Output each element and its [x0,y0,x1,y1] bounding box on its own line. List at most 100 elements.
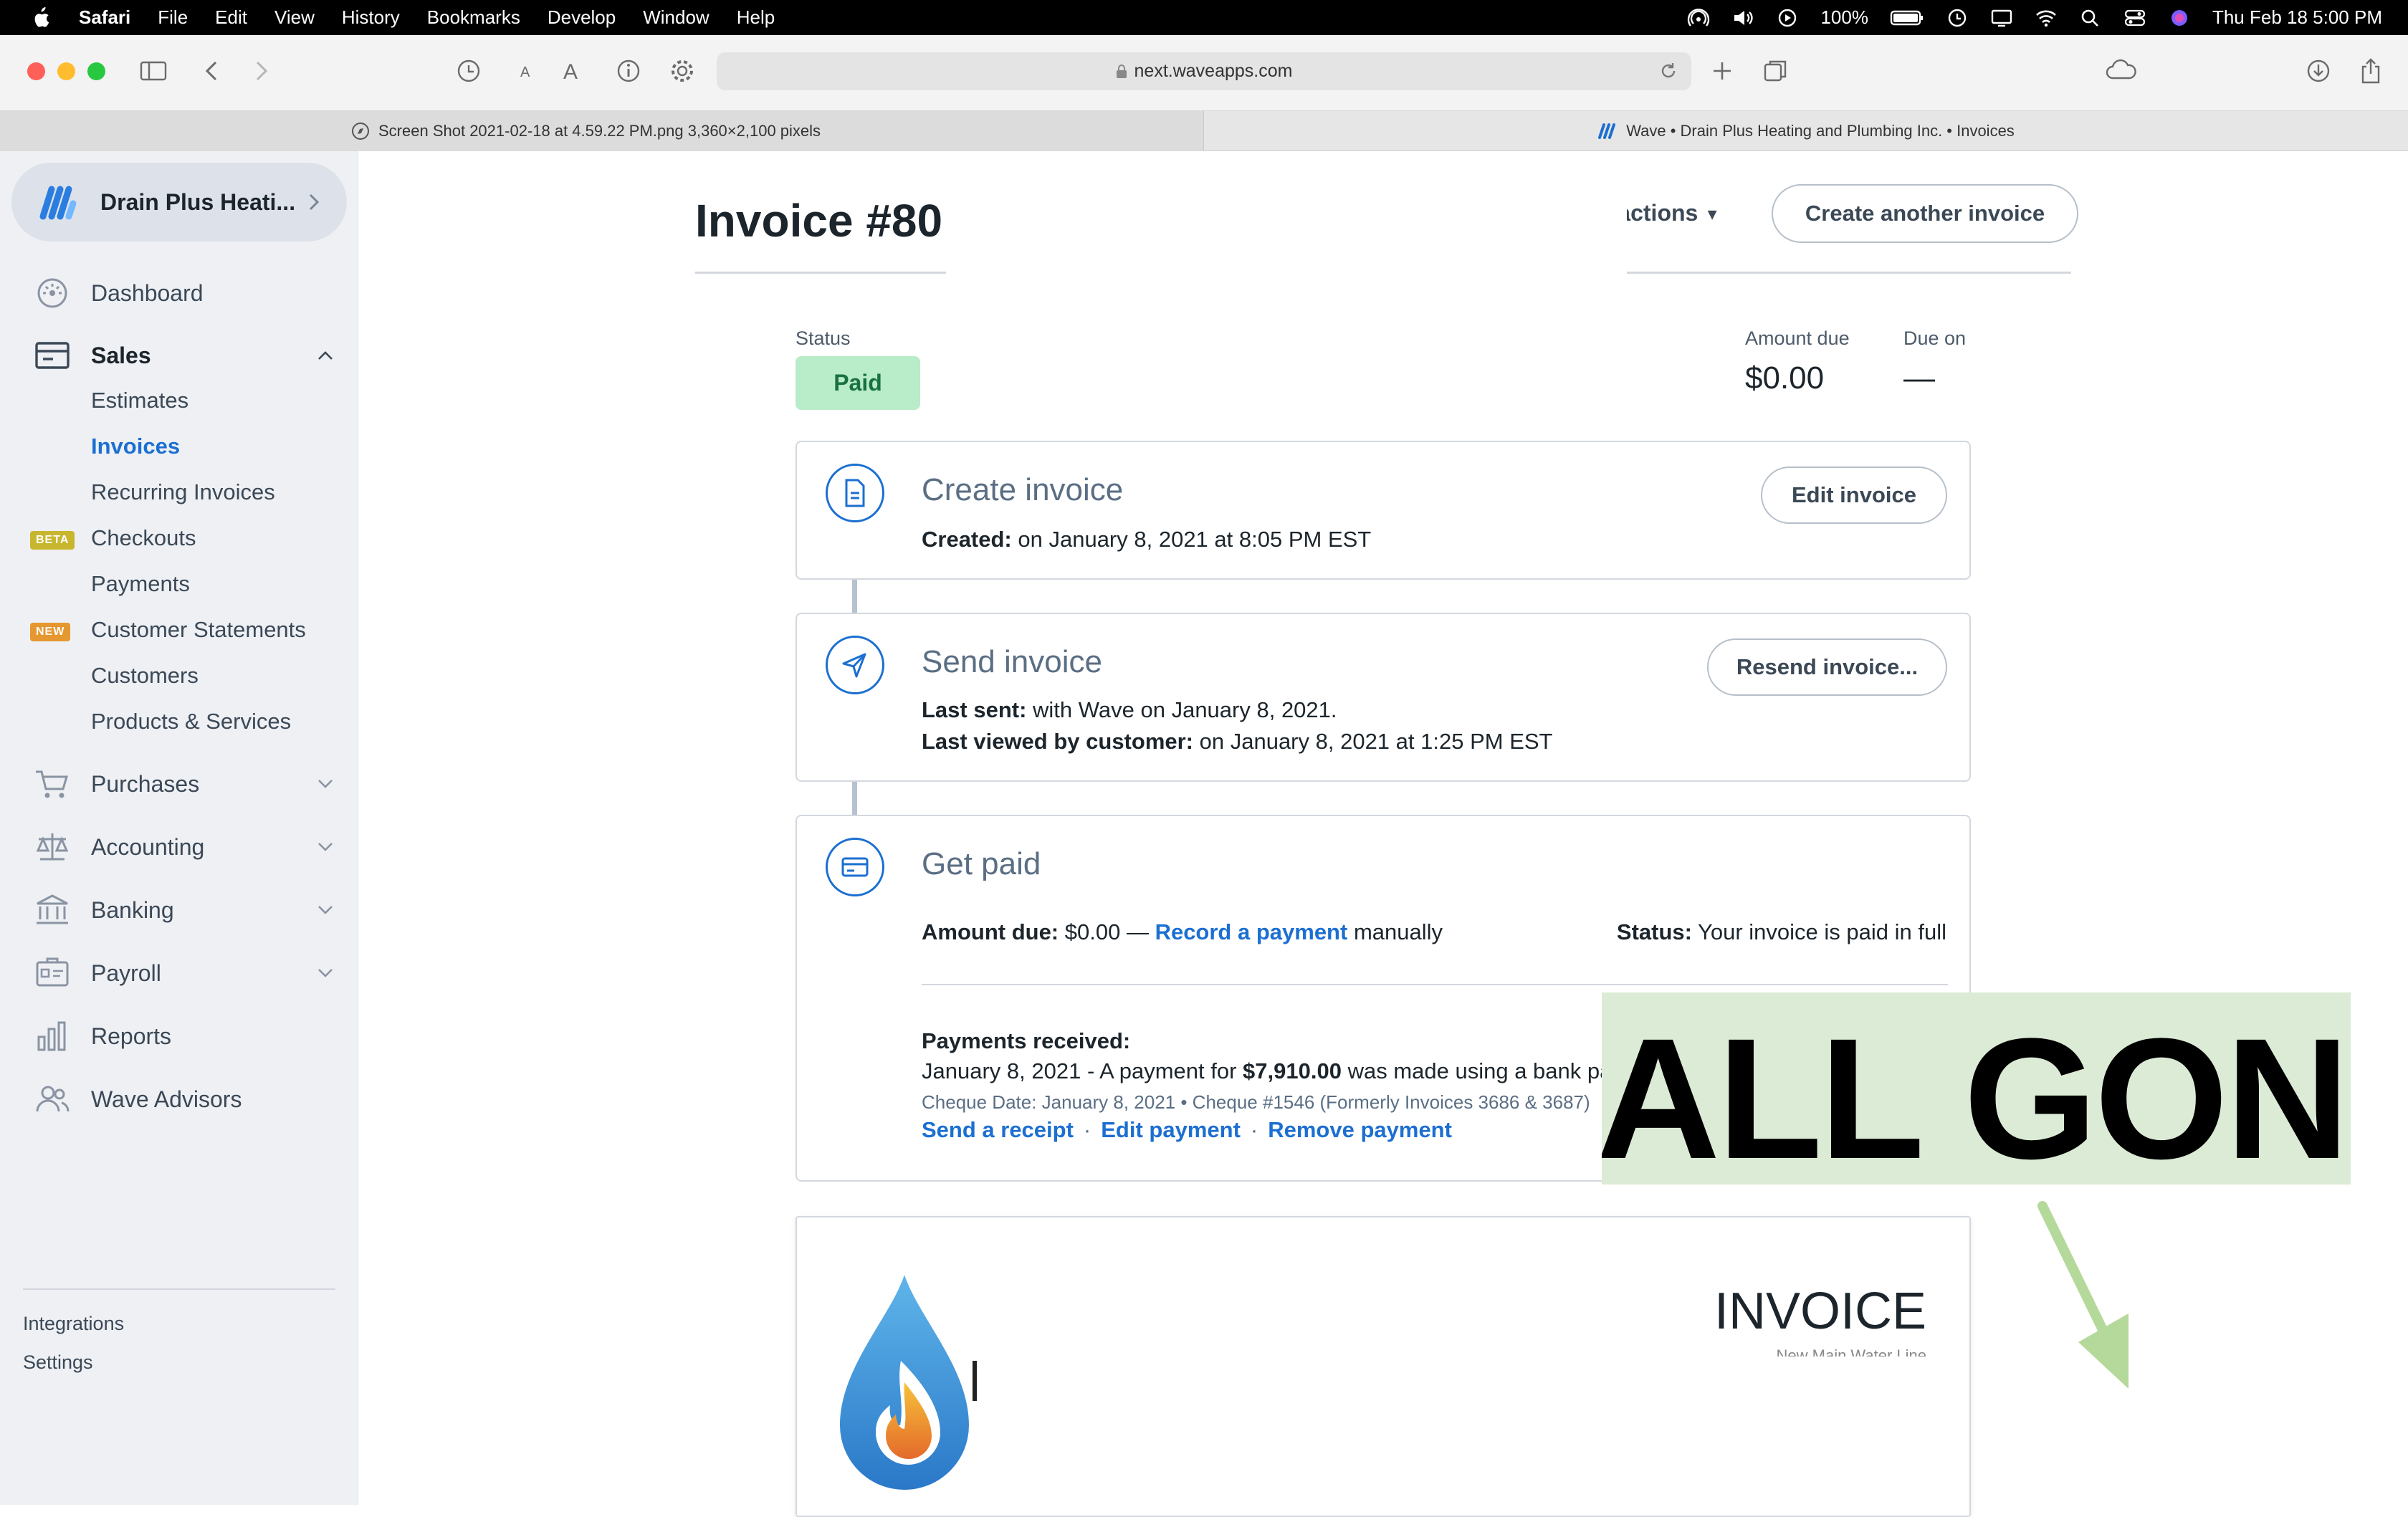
nav-payroll[interactable]: Payroll [0,949,358,997]
nav-customers[interactable]: Customers [91,663,199,689]
payment-actions: Send a receipt · Edit payment · Remove payme… [922,1117,1452,1143]
nav-wave-advisors-label: Wave Advisors [91,1086,242,1112]
battery-icon[interactable] [1890,8,1924,28]
menu-safari[interactable]: Safari [79,6,130,29]
payment-text: January 8, 2021 - A payment for [922,1058,1243,1083]
nav-invoices[interactable]: Invoices [91,434,180,459]
chevron-down-icon [318,906,333,914]
menu-history[interactable]: History [342,6,400,29]
tab-wave-label: Wave • Drain Plus Heating and Plumbing I… [1626,122,2015,140]
nav-banking[interactable]: Banking [0,886,358,934]
beta-badge: BETA [30,531,75,550]
wifi-icon[interactable] [2035,8,2058,28]
menu-develop[interactable]: Develop [548,6,616,29]
reload-icon[interactable] [1658,61,1678,81]
zoom-window-button[interactable] [87,62,105,80]
new-badge: NEW [30,623,71,641]
actions-underline [1627,272,2071,274]
info-icon[interactable] [614,57,643,85]
new-tab-icon[interactable] [1708,57,1736,85]
nav-products-services[interactable]: Products & Services [91,709,291,734]
nav-checkouts[interactable]: Checkouts [91,525,196,551]
menu-view[interactable]: View [274,6,315,29]
sidebar-toggle-icon[interactable] [139,57,168,85]
gear-icon[interactable] [668,57,697,85]
record-payment-link[interactable]: Record a payment [1155,919,1348,944]
created-value: on January 8, 2021 at 8:05 PM EST [1011,527,1372,552]
history-icon[interactable] [454,57,483,85]
paid-amount-due-label: Amount due: [922,919,1059,944]
nav-reports-label: Reports [91,1023,172,1049]
address-bar[interactable]: next.waveapps.com [717,52,1691,90]
invoice-preview: INVOICE New Main Water Line [796,1216,1971,1517]
edit-payment-link[interactable]: Edit payment [1101,1117,1241,1142]
text-larger-icon[interactable]: A [558,57,586,85]
now-playing-icon[interactable] [1776,8,1799,28]
edit-invoice-button[interactable]: Edit invoice [1761,466,1947,524]
close-window-button[interactable] [27,62,45,80]
nav-integrations[interactable]: Integrations [23,1313,124,1335]
text-smaller-icon[interactable]: A [512,57,540,85]
nav-wave-advisors[interactable]: Wave Advisors [0,1076,358,1123]
amount-due-label: Amount due [1745,327,1850,349]
downloads-icon[interactable] [2304,57,2333,85]
resend-invoice-button[interactable]: Resend invoice... [1707,638,1947,696]
nav-payments[interactable]: Payments [91,571,190,597]
sidebar-divider [23,1288,335,1290]
create-invoice-card: Create invoice Edit invoice Created: on … [796,441,1971,580]
tab-wave-invoices[interactable]: Wave • Drain Plus Heating and Plumbing I… [1204,111,2408,151]
nav-estimates[interactable]: Estimates [91,388,188,413]
due-on-value: — [1903,360,1935,396]
tab-screenshot[interactable]: Screen Shot 2021-02-18 at 4.59.22 PM.png… [0,111,1204,151]
amount-due-value: $0.00 [1745,360,1825,396]
nav-settings[interactable]: Settings [23,1351,93,1374]
menu-window[interactable]: Window [643,6,709,29]
siri-icon[interactable] [2168,8,2191,28]
chevron-up-icon [318,351,333,360]
back-icon[interactable] [198,57,226,85]
payroll-icon [36,957,69,987]
nav-sales[interactable]: Sales [0,332,358,379]
share-icon[interactable] [2356,57,2385,85]
send-receipt-link[interactable]: Send a receipt [922,1117,1074,1142]
minimize-window-button[interactable] [57,62,75,80]
forward-icon[interactable] [247,57,275,85]
volume-icon[interactable] [1731,8,1754,28]
control-center-icon[interactable] [2123,8,2146,28]
remove-payment-link[interactable]: Remove payment [1268,1117,1452,1142]
clock[interactable]: Thu Feb 18 5:00 PM [2212,6,2382,29]
create-another-invoice-button[interactable]: Create another invoice [1772,184,2078,243]
more-actions-button[interactable]: More actions ▼ [1627,186,1720,274]
credit-card-icon [826,838,884,896]
menu-file[interactable]: File [158,6,188,29]
menu-bookmarks[interactable]: Bookmarks [427,6,520,29]
compass-icon [352,123,369,140]
nav-purchases[interactable]: Purchases [0,760,358,808]
get-paid-title: Get paid [922,846,1041,881]
cheque-details: Cheque Date: January 8, 2021 • Cheque #1… [922,1091,1590,1113]
last-viewed-line: Last viewed by customer: on January 8, 2… [922,729,1552,755]
nav-reports[interactable]: Reports [0,1013,358,1060]
people-icon [36,1086,70,1112]
time-machine-icon[interactable] [1946,8,1969,28]
last-sent-value: with Wave on January 8, 2021. [1026,697,1337,722]
nav-accounting[interactable]: Accounting [0,823,358,871]
menu-help[interactable]: Help [737,6,775,29]
display-icon[interactable] [1990,8,2013,28]
nav-dashboard-label: Dashboard [91,279,204,306]
payment-amount: $7,910.00 [1243,1058,1342,1083]
spotlight-icon[interactable] [2079,8,2102,28]
nav-customer-statements[interactable]: Customer Statements [91,617,306,643]
invoice-heading: INVOICE [1714,1283,1926,1340]
icloud-icon[interactable] [2104,57,2139,85]
business-switcher[interactable]: Drain Plus Heati... [11,163,347,241]
nav-recurring-invoices[interactable]: Recurring Invoices [91,479,275,505]
menu-edit[interactable]: Edit [215,6,247,29]
airdrop-icon[interactable] [1687,8,1710,28]
apple-icon[interactable] [30,6,50,29]
nav-dashboard[interactable]: Dashboard [0,269,358,317]
manually-text: manually [1347,919,1443,944]
nav-banking-label: Banking [91,896,174,923]
tab-overview-icon[interactable] [1762,57,1790,85]
nav-payroll-label: Payroll [91,960,161,986]
